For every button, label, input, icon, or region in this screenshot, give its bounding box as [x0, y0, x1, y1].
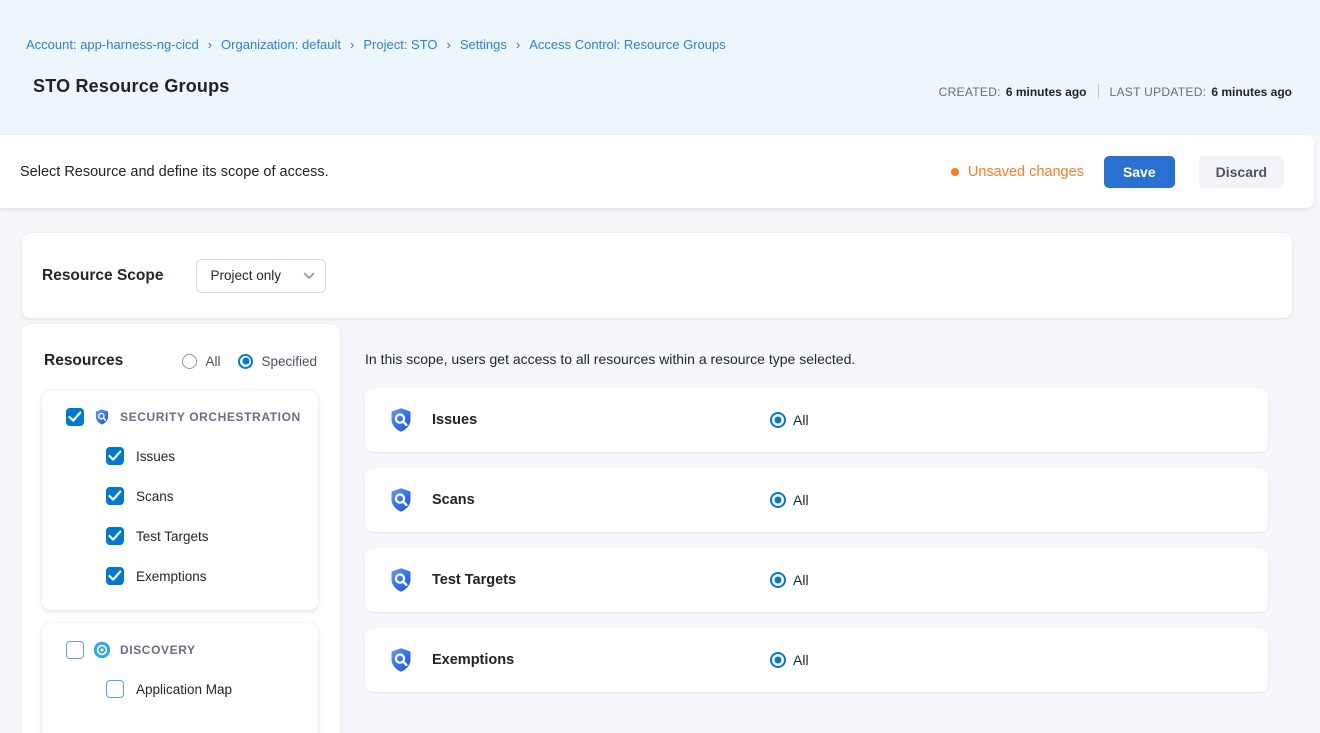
sto-shield-icon	[387, 406, 415, 439]
chevron-right-icon: ›	[208, 38, 212, 51]
radio-specified[interactable]: Specified	[238, 354, 317, 369]
radio-all-access-label: All	[793, 572, 809, 588]
tree-item-test-targets[interactable]: Test Targets	[106, 516, 318, 556]
tree-item-exemptions[interactable]: Exemptions	[106, 556, 318, 596]
tree-item-scans[interactable]: Scans	[106, 476, 318, 516]
tree-item-label: Application Map	[136, 682, 232, 697]
resource-card-title: Issues	[432, 412, 477, 428]
group-label: SECURITY ORCHESTRATION	[120, 410, 301, 424]
tree-item-label: Exemptions	[136, 569, 207, 584]
resources-panel: Resources All Specified	[22, 324, 340, 733]
unsaved-dot-icon	[951, 168, 959, 176]
toolbar-description: Select Resource and define its scope of …	[20, 164, 329, 180]
tree-item-issues[interactable]: Issues	[106, 436, 318, 476]
group-row-discovery[interactable]: DISCOVERY	[42, 623, 318, 662]
last-updated-value: 6 minutes ago	[1211, 85, 1292, 99]
radio-all-access[interactable]	[770, 652, 786, 668]
resource-group-card-discovery: DISCOVERY Application Map	[42, 623, 318, 733]
header-band: Account: app-harness-ng-cicd › Organizat…	[0, 0, 1320, 135]
toolbar: Select Resource and define its scope of …	[0, 135, 1314, 208]
resource-card-test-targets: Test Targets All	[365, 548, 1268, 612]
checkbox-checked-icon[interactable]	[106, 527, 124, 545]
discard-button[interactable]: Discard	[1199, 156, 1284, 188]
chevron-down-icon	[303, 272, 315, 280]
checkbox-checked-icon[interactable]	[106, 567, 124, 585]
tree-item-label: Scans	[136, 489, 174, 504]
sto-shield-icon	[387, 566, 415, 599]
breadcrumb-account[interactable]: Account: app-harness-ng-cicd	[26, 37, 199, 52]
resources-mode-radio-group: All Specified	[164, 354, 317, 369]
chevron-right-icon: ›	[447, 38, 451, 51]
scope-description: In this scope, users get access to all r…	[365, 351, 855, 367]
checkbox-checked-icon[interactable]	[106, 447, 124, 465]
chevron-right-icon: ›	[350, 38, 354, 51]
resource-scope-label: Resource Scope	[42, 267, 163, 285]
resource-card-scans: Scans All	[365, 468, 1268, 532]
tree-item-label: Issues	[136, 449, 175, 464]
breadcrumb-organization[interactable]: Organization: default	[221, 37, 341, 52]
breadcrumb-project[interactable]: Project: STO	[363, 37, 437, 52]
page-title: STO Resource Groups	[33, 76, 230, 97]
tree-item-application-map[interactable]: Application Map	[106, 669, 318, 709]
created-label: CREATED:	[939, 85, 1001, 99]
checkbox-checked-icon[interactable]	[66, 408, 84, 426]
resource-scope-card: Resource Scope Project only	[22, 233, 1292, 318]
resource-card-title: Exemptions	[432, 652, 514, 668]
checkbox-unchecked-icon[interactable]	[66, 641, 84, 659]
resource-card-issues: Issues All	[365, 388, 1268, 452]
group-label: DISCOVERY	[120, 643, 196, 657]
unsaved-changes-label: Unsaved changes	[968, 164, 1084, 180]
radio-all-access-label: All	[793, 412, 809, 428]
group-row-security-orchestration[interactable]: SECURITY ORCHESTRATION	[42, 390, 318, 429]
sto-shield-icon	[387, 486, 415, 519]
breadcrumb: Account: app-harness-ng-cicd › Organizat…	[26, 37, 726, 52]
sto-shield-icon	[93, 408, 111, 426]
radio-icon[interactable]	[182, 354, 197, 369]
radio-icon[interactable]	[238, 354, 253, 369]
radio-all-access[interactable]	[770, 492, 786, 508]
sto-shield-icon	[387, 646, 415, 679]
resources-panel-title: Resources	[44, 352, 123, 370]
chevron-right-icon: ›	[516, 38, 520, 51]
resource-scope-selected-value: Project only	[210, 268, 281, 283]
radio-specified-label: Specified	[261, 354, 317, 369]
created-updated-meta: CREATED: 6 minutes ago LAST UPDATED: 6 m…	[939, 84, 1292, 99]
meta-divider	[1098, 84, 1099, 99]
radio-all-access-label: All	[793, 652, 809, 668]
save-button[interactable]: Save	[1104, 156, 1175, 188]
resource-group-card-security-orchestration: SECURITY ORCHESTRATION Issues Scans Test…	[42, 390, 318, 610]
resource-card-exemptions: Exemptions All	[365, 628, 1268, 692]
breadcrumb-access-control[interactable]: Access Control: Resource Groups	[529, 37, 726, 52]
radio-all-access[interactable]	[770, 572, 786, 588]
resource-card-title: Scans	[432, 492, 475, 508]
radio-all-access[interactable]	[770, 412, 786, 428]
breadcrumb-settings[interactable]: Settings	[460, 37, 507, 52]
discovery-icon	[93, 641, 111, 659]
unsaved-changes-indicator: Unsaved changes	[951, 164, 1084, 180]
tree-item-label: Test Targets	[136, 529, 209, 544]
radio-all-access-label: All	[793, 492, 809, 508]
resource-scope-select[interactable]: Project only	[196, 259, 326, 293]
radio-all[interactable]: All	[182, 354, 220, 369]
checkbox-checked-icon[interactable]	[106, 487, 124, 505]
radio-all-label: All	[205, 354, 220, 369]
last-updated-label: LAST UPDATED:	[1110, 85, 1207, 99]
checkbox-unchecked-icon[interactable]	[106, 680, 124, 698]
created-value: 6 minutes ago	[1006, 85, 1087, 99]
resource-card-title: Test Targets	[432, 572, 516, 588]
resource-type-cards: Issues All Scans All Test Targets	[365, 388, 1268, 708]
